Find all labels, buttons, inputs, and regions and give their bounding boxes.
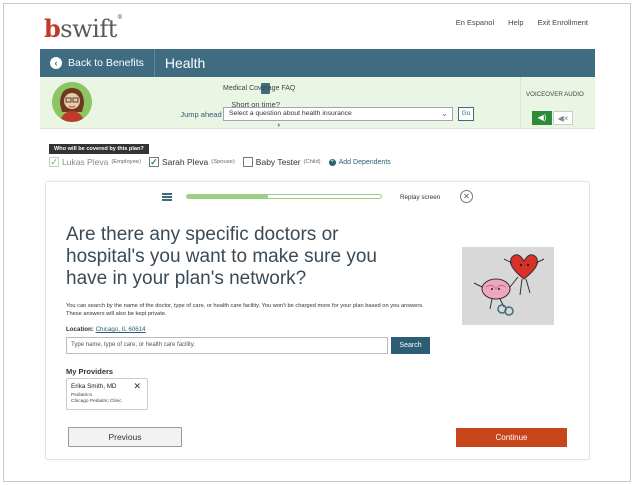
question-heading: Are there any specific doctors or hospit…	[66, 224, 377, 289]
provider-search-input[interactable]: Type name, type of care, or health care …	[66, 337, 388, 354]
app-frame: bswift® En Espanol Help Exit Enrollment …	[3, 3, 631, 482]
search-button[interactable]: Search	[391, 337, 430, 354]
faq-select-value: Select a question about health insurance	[229, 110, 352, 117]
close-icon[interactable]: ✕	[460, 190, 473, 203]
checkbox-checked-icon: ✓	[148, 157, 159, 167]
faq-select[interactable]: Select a question about health insurance…	[223, 107, 453, 121]
continue-button[interactable]: Continue	[456, 428, 567, 447]
provider-name: Erika Smith, MD	[71, 383, 117, 390]
back-to-benefits-button[interactable]: ‹ Back to Benefits	[40, 49, 155, 77]
remove-provider-icon[interactable]: ✕	[133, 381, 141, 392]
add-dependents-link[interactable]: + Add Dependents	[328, 158, 391, 166]
member-name: Sarah Pleva	[161, 157, 209, 167]
advisor-avatar	[52, 82, 92, 122]
question-description: You can search by the name of the doctor…	[66, 303, 424, 317]
back-label: Back to Benefits	[68, 57, 144, 69]
chevron-down-icon: ⌄	[441, 109, 448, 118]
page-title: Health	[164, 55, 206, 71]
top-links: En Espanol Help Exit Enrollment	[456, 18, 588, 27]
member-role: (Child)	[303, 159, 321, 165]
audio-off-button[interactable]: ◀×	[553, 111, 573, 125]
progress-fill	[187, 195, 269, 198]
member-name: Lukas Pleva	[62, 157, 109, 167]
replay-screen-link[interactable]: Replay screen	[400, 194, 440, 201]
previous-button[interactable]: Previous	[68, 427, 182, 447]
exit-enrollment-link[interactable]: Exit Enrollment	[538, 18, 588, 27]
provider-card: Erika Smith, MD ✕ Pediatrics Chicago Ped…	[66, 378, 148, 410]
speaker-mute-icon: ◀×	[557, 114, 569, 123]
checkbox-unchecked-icon	[242, 157, 253, 167]
provider-clinic: Chicago Pediatric Clinic	[71, 399, 122, 404]
voiceover-label: VOICEOVER AUDIO	[526, 91, 584, 98]
member-spouse[interactable]: ✓ Sarah Pleva (Spouse)	[148, 157, 235, 167]
help-bar: Short on time? Jump ahead to cost calcul…	[40, 77, 595, 129]
speaker-on-icon: ◀)	[537, 113, 547, 122]
question-card: Replay screen ✕ Are there any specific d…	[45, 181, 590, 460]
bswift-logo: bswift®	[44, 14, 123, 43]
audio-on-button[interactable]: ◀)	[532, 111, 552, 125]
location-link[interactable]: Chicago, IL 60614	[96, 326, 146, 333]
menu-icon[interactable]	[162, 193, 172, 201]
member-list: ✓ Lukas Pleva (Employee) ✓ Sarah Pleva (…	[49, 155, 391, 169]
member-child[interactable]: Baby Tester (Child)	[242, 157, 321, 167]
help-link[interactable]: Help	[508, 18, 523, 27]
nav-bar: ‹ Back to Benefits Health	[40, 49, 595, 77]
member-role: (Employee)	[111, 159, 141, 165]
divider	[520, 77, 521, 129]
espanol-link[interactable]: En Espanol	[456, 18, 494, 27]
top-header: bswift® En Espanol Help Exit Enrollment	[4, 4, 630, 48]
add-dependents-label: Add Dependents	[338, 158, 391, 166]
plus-icon: +	[328, 158, 336, 166]
heart-brain-illustration	[462, 247, 554, 325]
checkbox-checked-icon: ✓	[49, 157, 59, 167]
progress-bar	[186, 194, 382, 199]
location-label: Location:	[66, 326, 94, 333]
go-button[interactable]: Go	[458, 107, 474, 121]
chevron-left-icon: ‹	[50, 57, 62, 69]
my-providers-title: My Providers	[66, 367, 114, 376]
member-name: Baby Tester	[255, 157, 301, 167]
location-line: Location: Chicago, IL 60614	[66, 326, 146, 333]
faq-label: Medical Coverage FAQ	[223, 85, 296, 92]
member-employee: ✓ Lukas Pleva (Employee)	[49, 157, 141, 167]
member-role: (Spouse)	[211, 159, 235, 165]
coverage-tag: Who will be covered by this plan?	[49, 144, 149, 154]
